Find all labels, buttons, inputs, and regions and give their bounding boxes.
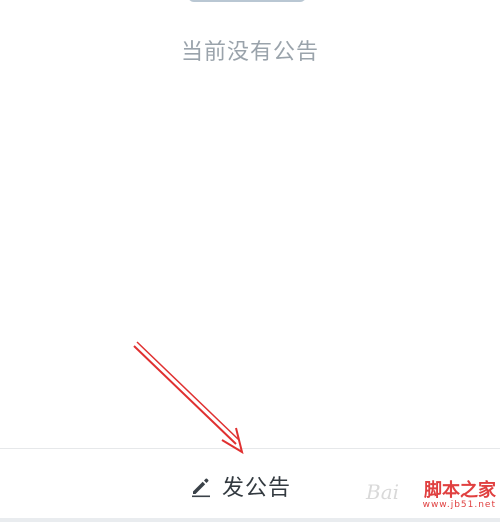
announcement-screen: 当前没有公告 发公告 Bai 脚本之家 www.jb51.net: [0, 0, 500, 522]
empty-state-illustration: [188, 0, 306, 2]
post-announcement-label: 发公告: [222, 476, 292, 501]
red-annotation-arrow: [133, 341, 244, 455]
bottom-action-bar: 发公告: [0, 448, 500, 522]
bottom-divider: [0, 518, 500, 522]
empty-state-message: 当前没有公告: [180, 40, 319, 65]
pencil-icon: [188, 473, 214, 499]
post-announcement-button[interactable]: 发公告: [188, 469, 291, 503]
